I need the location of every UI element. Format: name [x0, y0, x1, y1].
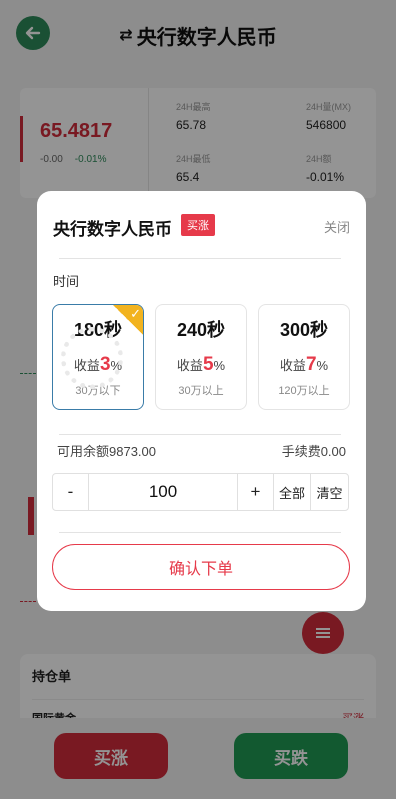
divider [59, 258, 341, 259]
direction-badge: 买涨 [181, 214, 215, 236]
duration-income: 收益7% [259, 354, 349, 376]
duration-option-180[interactable]: ✓ 180秒 收益3% 30万以下 [52, 304, 144, 410]
confirm-order-button[interactable]: 确认下单 [52, 544, 350, 590]
amount-stepper: - 100 + 全部 清空 [52, 473, 349, 511]
fee-text: 手续费0.00 [281, 444, 346, 459]
duration-seconds: 300秒 [279, 320, 329, 340]
all-button[interactable]: 全部 [274, 474, 311, 510]
income-prefix: 收益 [176, 358, 203, 373]
income-value: 7 [305, 354, 317, 375]
divider [59, 532, 341, 533]
duration-range: 30万以上 [178, 385, 224, 397]
duration-range: 120万以上 [278, 385, 330, 397]
duration-seconds: 240秒 [176, 320, 226, 340]
increment-button[interactable]: + [238, 474, 274, 510]
close-button[interactable]: 关闭 [324, 217, 350, 236]
income-prefix: 收益 [279, 358, 306, 373]
income-suffix: % [213, 358, 226, 373]
divider [59, 434, 341, 435]
modal-title: 央行数字人民币 [53, 220, 172, 239]
decrement-button[interactable]: - [53, 474, 89, 510]
duration-option-300[interactable]: 300秒 收益7% 120万以上 [258, 304, 350, 410]
order-modal: 央行数字人民币 买涨 关闭 时间 ✓ 180秒 收益3% 30万以下 240秒 … [37, 191, 366, 611]
duration-income: 收益5% [156, 354, 246, 376]
amount-input[interactable]: 100 [89, 474, 238, 510]
clear-button[interactable]: 清空 [311, 474, 348, 510]
income-suffix: % [316, 358, 329, 373]
time-label: 时间 [53, 274, 80, 289]
available-balance: 可用余额9873.00 [57, 444, 156, 459]
duration-option-240[interactable]: 240秒 收益5% 30万以上 [155, 304, 247, 410]
income-value: 5 [202, 354, 214, 375]
check-icon: ✓ [130, 306, 141, 321]
clock-watermark-icon [61, 327, 123, 389]
